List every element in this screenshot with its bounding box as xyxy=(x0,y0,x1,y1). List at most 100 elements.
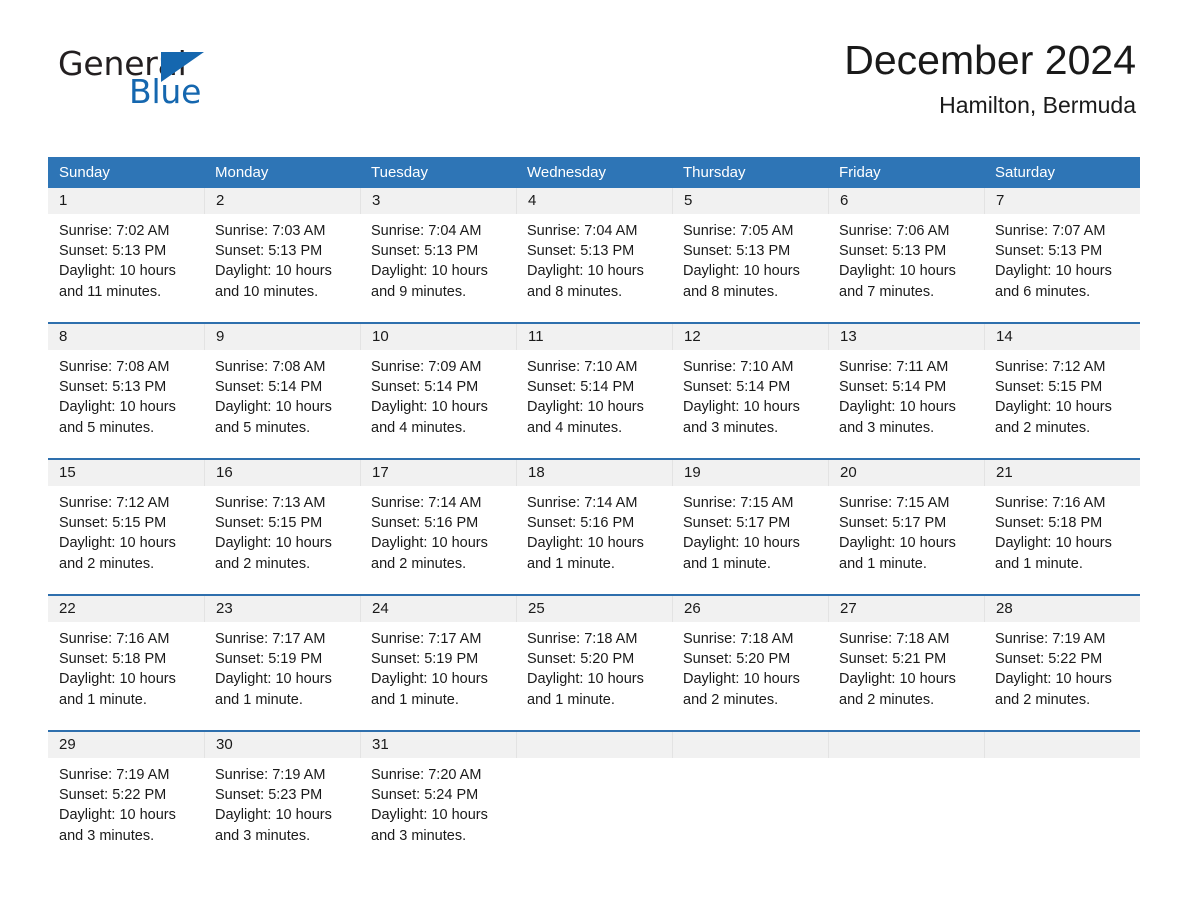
day-cell[interactable]: 20 Sunrise: 7:15 AM Sunset: 5:17 PM Dayl… xyxy=(828,460,984,594)
day-number-band: 26 xyxy=(672,596,828,622)
day-number: 17 xyxy=(372,464,389,481)
day-number-band: 2 xyxy=(204,188,360,214)
day-number: 6 xyxy=(840,192,849,209)
daylight-text-line1: Daylight: 10 hours xyxy=(371,807,488,824)
general-blue-logo[interactable]: General Blue xyxy=(58,44,318,116)
day-number: 12 xyxy=(684,328,701,345)
day-cell[interactable]: 21 Sunrise: 7:16 AM Sunset: 5:18 PM Dayl… xyxy=(984,460,1140,594)
day-cell[interactable]: 3 Sunrise: 7:04 AM Sunset: 5:13 PM Dayli… xyxy=(360,188,516,322)
day-number-band: 1 xyxy=(48,188,204,214)
day-number-band: 18 xyxy=(516,460,672,486)
day-cell[interactable]: 5 Sunrise: 7:05 AM Sunset: 5:13 PM Dayli… xyxy=(672,188,828,322)
daylight-text-line1: Daylight: 10 hours xyxy=(215,399,332,416)
day-number: 31 xyxy=(372,736,389,753)
day-cell[interactable]: 11 Sunrise: 7:10 AM Sunset: 5:14 PM Dayl… xyxy=(516,324,672,458)
sunrise-text: Sunrise: 7:05 AM xyxy=(683,223,794,239)
daylight-text-line1: Daylight: 10 hours xyxy=(839,671,956,688)
day-number-band: 27 xyxy=(828,596,984,622)
daylight-text-line2: and 3 minutes. xyxy=(59,827,155,844)
week-row: 8 Sunrise: 7:08 AM Sunset: 5:13 PM Dayli… xyxy=(48,322,1140,458)
daylight-text-line2: and 8 minutes. xyxy=(527,283,623,300)
daylight-text-line2: and 1 minute. xyxy=(527,555,615,572)
sunset-text: Sunset: 5:14 PM xyxy=(683,379,791,396)
page-header: General Blue December 2024 Hamilton, Ber… xyxy=(48,0,1140,118)
sunset-text: Sunset: 5:15 PM xyxy=(59,515,167,532)
day-cell[interactable]: 31 Sunrise: 7:20 AM Sunset: 5:24 PM Dayl… xyxy=(360,732,516,847)
sunset-text: Sunset: 5:18 PM xyxy=(995,515,1103,532)
day-cell[interactable]: 13 Sunrise: 7:11 AM Sunset: 5:14 PM Dayl… xyxy=(828,324,984,458)
daylight-text-line2: and 8 minutes. xyxy=(683,283,779,300)
day-details: Sunrise: 7:18 AM Sunset: 5:20 PM Dayligh… xyxy=(672,622,828,710)
day-number: 20 xyxy=(840,464,857,481)
day-cell[interactable]: 10 Sunrise: 7:09 AM Sunset: 5:14 PM Dayl… xyxy=(360,324,516,458)
day-details: Sunrise: 7:15 AM Sunset: 5:17 PM Dayligh… xyxy=(828,486,984,574)
day-cell-empty xyxy=(672,732,828,847)
day-details: Sunrise: 7:12 AM Sunset: 5:15 PM Dayligh… xyxy=(984,350,1140,438)
day-cell[interactable]: 30 Sunrise: 7:19 AM Sunset: 5:23 PM Dayl… xyxy=(204,732,360,847)
day-number-band: 22 xyxy=(48,596,204,622)
sunset-text: Sunset: 5:21 PM xyxy=(839,651,947,668)
day-number-band: 4 xyxy=(516,188,672,214)
day-number: 27 xyxy=(840,600,857,617)
daylight-text-line1: Daylight: 10 hours xyxy=(59,535,176,552)
sunset-text: Sunset: 5:13 PM xyxy=(839,243,947,260)
daylight-text-line2: and 1 minute. xyxy=(839,555,927,572)
sunrise-text: Sunrise: 7:09 AM xyxy=(371,359,482,375)
day-number-band: 11 xyxy=(516,324,672,350)
day-number-band: 19 xyxy=(672,460,828,486)
day-cell[interactable]: 8 Sunrise: 7:08 AM Sunset: 5:13 PM Dayli… xyxy=(48,324,204,458)
day-number-band xyxy=(516,732,672,758)
sunset-text: Sunset: 5:17 PM xyxy=(839,515,947,532)
daylight-text-line2: and 1 minute. xyxy=(371,691,459,708)
day-number-band: 21 xyxy=(984,460,1140,486)
day-cell[interactable]: 23 Sunrise: 7:17 AM Sunset: 5:19 PM Dayl… xyxy=(204,596,360,730)
day-cell[interactable]: 27 Sunrise: 7:18 AM Sunset: 5:21 PM Dayl… xyxy=(828,596,984,730)
sunrise-text: Sunrise: 7:08 AM xyxy=(215,359,326,375)
daylight-text-line2: and 1 minute. xyxy=(527,691,615,708)
day-cell[interactable]: 15 Sunrise: 7:12 AM Sunset: 5:15 PM Dayl… xyxy=(48,460,204,594)
day-cell[interactable]: 6 Sunrise: 7:06 AM Sunset: 5:13 PM Dayli… xyxy=(828,188,984,322)
sunrise-text: Sunrise: 7:19 AM xyxy=(215,767,326,783)
day-details: Sunrise: 7:14 AM Sunset: 5:16 PM Dayligh… xyxy=(360,486,516,574)
day-cell[interactable]: 2 Sunrise: 7:03 AM Sunset: 5:13 PM Dayli… xyxy=(204,188,360,322)
week-row: 1 Sunrise: 7:02 AM Sunset: 5:13 PM Dayli… xyxy=(48,188,1140,322)
day-cell[interactable]: 7 Sunrise: 7:07 AM Sunset: 5:13 PM Dayli… xyxy=(984,188,1140,322)
daylight-text-line1: Daylight: 10 hours xyxy=(371,399,488,416)
day-cell[interactable]: 12 Sunrise: 7:10 AM Sunset: 5:14 PM Dayl… xyxy=(672,324,828,458)
weekday-header-monday: Monday xyxy=(215,164,269,181)
day-number-band: 7 xyxy=(984,188,1140,214)
day-cell[interactable]: 28 Sunrise: 7:19 AM Sunset: 5:22 PM Dayl… xyxy=(984,596,1140,730)
sunrise-text: Sunrise: 7:16 AM xyxy=(995,495,1106,511)
sunrise-text: Sunrise: 7:18 AM xyxy=(527,631,638,647)
day-number-band: 6 xyxy=(828,188,984,214)
day-cell[interactable]: 17 Sunrise: 7:14 AM Sunset: 5:16 PM Dayl… xyxy=(360,460,516,594)
sunset-text: Sunset: 5:13 PM xyxy=(371,243,479,260)
day-number-band: 5 xyxy=(672,188,828,214)
sunset-text: Sunset: 5:20 PM xyxy=(527,651,635,668)
day-details: Sunrise: 7:10 AM Sunset: 5:14 PM Dayligh… xyxy=(516,350,672,438)
day-cell[interactable]: 16 Sunrise: 7:13 AM Sunset: 5:15 PM Dayl… xyxy=(204,460,360,594)
day-cell[interactable]: 1 Sunrise: 7:02 AM Sunset: 5:13 PM Dayli… xyxy=(48,188,204,322)
day-cell[interactable]: 26 Sunrise: 7:18 AM Sunset: 5:20 PM Dayl… xyxy=(672,596,828,730)
day-cell[interactable]: 19 Sunrise: 7:15 AM Sunset: 5:17 PM Dayl… xyxy=(672,460,828,594)
day-details: Sunrise: 7:10 AM Sunset: 5:14 PM Dayligh… xyxy=(672,350,828,438)
daylight-text-line1: Daylight: 10 hours xyxy=(215,671,332,688)
day-details: Sunrise: 7:04 AM Sunset: 5:13 PM Dayligh… xyxy=(360,214,516,302)
day-cell[interactable]: 22 Sunrise: 7:16 AM Sunset: 5:18 PM Dayl… xyxy=(48,596,204,730)
day-number: 13 xyxy=(840,328,857,345)
sunset-text: Sunset: 5:13 PM xyxy=(59,379,167,396)
sunset-text: Sunset: 5:14 PM xyxy=(371,379,479,396)
sunrise-text: Sunrise: 7:15 AM xyxy=(839,495,950,511)
day-details: Sunrise: 7:08 AM Sunset: 5:14 PM Dayligh… xyxy=(204,350,360,438)
day-cell[interactable]: 14 Sunrise: 7:12 AM Sunset: 5:15 PM Dayl… xyxy=(984,324,1140,458)
daylight-text-line1: Daylight: 10 hours xyxy=(995,399,1112,416)
day-cell[interactable]: 4 Sunrise: 7:04 AM Sunset: 5:13 PM Dayli… xyxy=(516,188,672,322)
day-number: 4 xyxy=(528,192,537,209)
day-cell[interactable]: 25 Sunrise: 7:18 AM Sunset: 5:20 PM Dayl… xyxy=(516,596,672,730)
day-cell[interactable]: 29 Sunrise: 7:19 AM Sunset: 5:22 PM Dayl… xyxy=(48,732,204,847)
day-cell[interactable]: 9 Sunrise: 7:08 AM Sunset: 5:14 PM Dayli… xyxy=(204,324,360,458)
day-cell[interactable]: 18 Sunrise: 7:14 AM Sunset: 5:16 PM Dayl… xyxy=(516,460,672,594)
day-cell[interactable]: 24 Sunrise: 7:17 AM Sunset: 5:19 PM Dayl… xyxy=(360,596,516,730)
day-number: 9 xyxy=(216,328,225,345)
daylight-text-line2: and 3 minutes. xyxy=(683,419,779,436)
